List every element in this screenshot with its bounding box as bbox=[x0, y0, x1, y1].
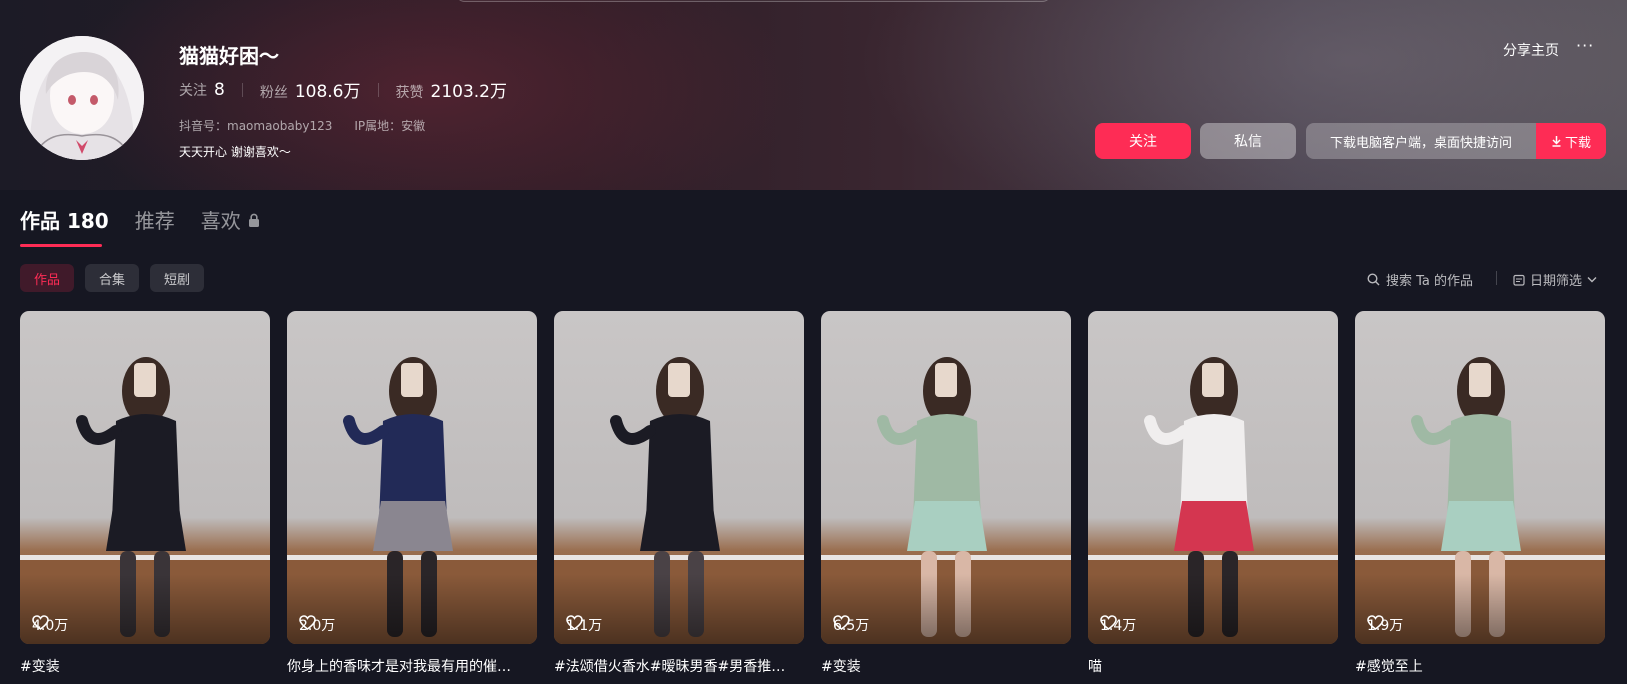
video-likes: 6.5万 bbox=[833, 615, 869, 635]
video-card[interactable]: 6.5万 #变装 bbox=[821, 311, 1071, 676]
video-thumbnail[interactable]: 4.0万 bbox=[20, 311, 270, 644]
video-caption[interactable]: #法颂借火香水#暧昧男香#男香推… bbox=[554, 656, 804, 676]
video-thumbnail[interactable]: 2.0万 bbox=[287, 311, 537, 644]
heart-icon bbox=[299, 615, 316, 630]
video-thumbnail[interactable]: 6.5万 bbox=[821, 311, 1071, 644]
outfit-skirt bbox=[1441, 501, 1521, 551]
profile-tabs: 作品 180 推荐 喜欢 bbox=[20, 205, 287, 234]
tab-recommended-label: 推荐 bbox=[134, 209, 175, 233]
date-filter-dropdown[interactable]: 日期筛选 bbox=[1513, 270, 1597, 289]
more-options-icon[interactable]: ··· bbox=[1576, 36, 1594, 55]
divider bbox=[377, 82, 379, 97]
search-works-label: 搜索 Ta 的作品 bbox=[1386, 274, 1474, 289]
chip-collections[interactable]: 合集 bbox=[85, 264, 140, 292]
download-label: 下载 bbox=[1564, 135, 1591, 151]
download-client-bar: 下载电脑客户端，桌面快捷访问 下载 bbox=[1306, 123, 1606, 159]
followers-stat[interactable]: 粉丝 108.6万 bbox=[260, 77, 361, 102]
video-caption[interactable]: #感觉至上 bbox=[1355, 656, 1605, 676]
follow-button[interactable]: 关注 bbox=[1095, 123, 1191, 159]
video-likes: 2.0万 bbox=[299, 615, 335, 635]
heart-icon bbox=[32, 615, 49, 630]
video-card[interactable]: 1.4万喵 bbox=[1088, 311, 1338, 676]
tab-liked-label: 喜欢 bbox=[200, 209, 241, 233]
outfit-skirt bbox=[106, 501, 186, 551]
chevron-down-icon bbox=[1587, 277, 1597, 283]
video-caption[interactable]: 喵 bbox=[1088, 656, 1338, 676]
likes-count: 2103.2万 bbox=[430, 82, 507, 102]
heart-icon bbox=[1100, 615, 1117, 630]
outfit-skirt bbox=[640, 501, 720, 551]
video-thumbnail[interactable]: 1.9万 bbox=[1355, 311, 1605, 644]
video-thumbnail[interactable]: 1.4万 bbox=[1088, 311, 1338, 644]
video-caption[interactable]: 你身上的香味才是对我最有用的催… bbox=[287, 656, 537, 676]
download-button[interactable]: 下载 bbox=[1536, 123, 1606, 159]
top-search-bar[interactable] bbox=[455, 0, 1052, 2]
nickname: 猫猫好困～ bbox=[179, 44, 279, 68]
outfit-skirt bbox=[907, 501, 987, 551]
video-caption[interactable]: #变装 bbox=[20, 656, 270, 676]
download-icon bbox=[1552, 136, 1561, 147]
following-stat[interactable]: 关注 8 bbox=[179, 80, 225, 100]
lock-icon bbox=[248, 213, 259, 227]
likes-stat: 获赞 2103.2万 bbox=[396, 77, 507, 102]
tab-recommended[interactable]: 推荐 bbox=[135, 205, 175, 234]
likes-label: 获赞 bbox=[395, 85, 424, 101]
video-card[interactable]: 1.9万 #感觉至上 bbox=[1355, 311, 1605, 676]
search-icon bbox=[1367, 273, 1380, 286]
video-likes: 1.9万 bbox=[1367, 615, 1403, 635]
tab-works[interactable]: 作品 180 bbox=[20, 205, 109, 234]
heart-icon bbox=[1367, 615, 1384, 630]
search-works-button[interactable]: 搜索 Ta 的作品 bbox=[1367, 270, 1473, 289]
profile-meta: 抖音号：maomaobaby123 IP属地：安徽 bbox=[179, 117, 425, 134]
followers-count: 108.6万 bbox=[294, 82, 361, 102]
calendar-icon bbox=[1513, 274, 1525, 286]
share-profile-button[interactable]: 分享主页 bbox=[1503, 40, 1559, 60]
following-count: 8 bbox=[214, 79, 225, 100]
followers-label: 粉丝 bbox=[259, 85, 288, 101]
video-card[interactable]: 1.1万 #法颂借火香水#暧昧男香#男香推… bbox=[554, 311, 804, 676]
video-thumbnail[interactable]: 1.1万 bbox=[554, 311, 804, 644]
following-label: 关注 bbox=[179, 82, 207, 99]
douyin-id: 抖音号：maomaobaby123 bbox=[179, 119, 333, 133]
bio: 天天开心 谢谢喜欢～ bbox=[179, 145, 291, 159]
ip-location: IP属地：安徽 bbox=[354, 119, 426, 133]
chip-short-dramas[interactable]: 短剧 bbox=[150, 264, 205, 292]
chip-works[interactable]: 作品 bbox=[20, 264, 75, 292]
tab-underline bbox=[20, 244, 102, 247]
date-filter-label: 日期筛选 bbox=[1530, 274, 1583, 289]
video-likes: 4.0万 bbox=[32, 615, 68, 635]
profile-stats: 关注 8 粉丝 108.6万 获赞 2103.2万 bbox=[179, 77, 507, 103]
video-grid: 4.0万 #变装 2.0万你身上的香味才是对我最有用的催… 1.1万 #法颂借火香水#暧… bbox=[20, 311, 1605, 676]
message-button[interactable]: 私信 bbox=[1200, 123, 1296, 159]
divider bbox=[241, 82, 243, 97]
divider bbox=[1496, 271, 1497, 285]
video-likes: 1.1万 bbox=[566, 615, 602, 635]
video-card[interactable]: 2.0万你身上的香味才是对我最有用的催… bbox=[287, 311, 537, 676]
video-caption[interactable]: #变装 bbox=[821, 656, 1071, 676]
outfit-skirt bbox=[373, 501, 453, 551]
heart-icon bbox=[566, 615, 583, 630]
heart-icon bbox=[833, 615, 850, 630]
video-card[interactable]: 4.0万 #变装 bbox=[20, 311, 270, 676]
outfit-skirt bbox=[1174, 501, 1254, 551]
video-likes: 1.4万 bbox=[1100, 615, 1136, 635]
tab-works-label: 作品 180 bbox=[20, 209, 109, 233]
download-prompt[interactable]: 下载电脑客户端，桌面快捷访问 bbox=[1306, 123, 1536, 159]
avatar[interactable] bbox=[20, 36, 144, 160]
tab-liked[interactable]: 喜欢 bbox=[201, 205, 261, 234]
work-type-chips: 作品 合集 短剧 bbox=[20, 264, 205, 292]
